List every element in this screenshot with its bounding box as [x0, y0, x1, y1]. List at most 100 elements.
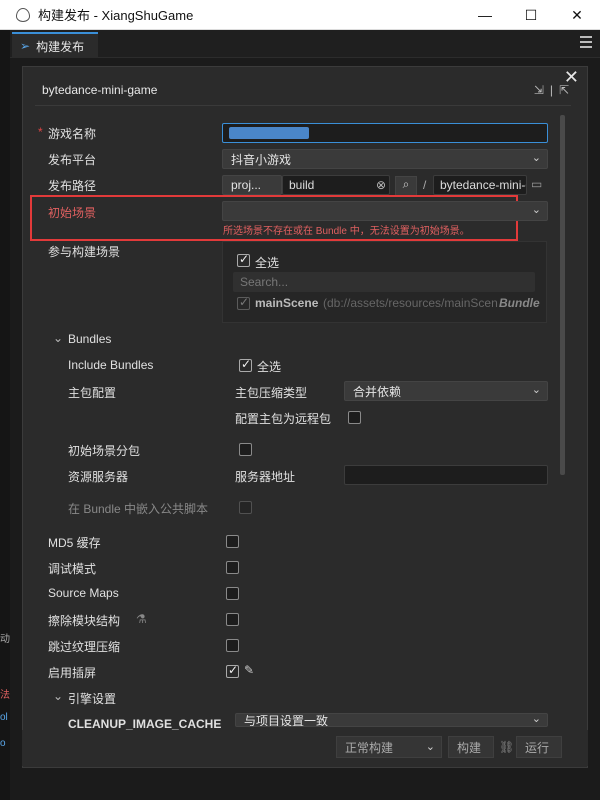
path-prefix-select[interactable]: proj...	[222, 175, 282, 195]
scene-search-input[interactable]: Search...	[233, 272, 535, 292]
source-maps-checkbox[interactable]	[226, 587, 239, 600]
maximize-button[interactable]: ☐	[508, 0, 554, 30]
path-value: build	[289, 178, 315, 192]
resource-server-label: 资源服务器	[68, 470, 129, 484]
build-mode-select[interactable]: 正常构建 ⌄	[336, 736, 442, 758]
compress-type-select[interactable]: 合并依赖 ⌄	[344, 381, 548, 401]
header-icons: ⇲ | ⇱	[534, 83, 569, 97]
redacted-value	[229, 127, 309, 139]
start-scene-subpkg-checkbox[interactable]	[239, 443, 252, 456]
build-button[interactable]: 构建	[448, 736, 494, 758]
scene-path: (db://assets/resources/mainScen	[323, 296, 498, 310]
window-titlebar: 构建发布 - XiangShuGame — ☐ ✕	[0, 0, 600, 30]
run-label: 运行	[525, 740, 550, 755]
chevron-down-icon[interactable]: ⌄	[53, 331, 63, 345]
include-select-all-label: 全选	[257, 360, 282, 374]
select-all-checkbox[interactable]	[237, 252, 250, 267]
remote-checkbox[interactable]	[348, 411, 361, 424]
compress-type-label: 主包压缩类型	[235, 386, 308, 400]
cleanup-value: 与项目设置一致	[244, 713, 329, 727]
platform-value: 抖音小游戏	[231, 152, 292, 167]
window-controls: — ☐ ✕	[462, 0, 600, 30]
bundles-section-label[interactable]: Bundles	[68, 332, 111, 346]
send-icon: ➢	[20, 39, 31, 53]
build-footer: 正常构建 ⌄ 构建 ⛓ 运行	[22, 730, 588, 766]
link-icon[interactable]: ⛓	[499, 740, 514, 754]
skip-texture-checkbox[interactable]	[226, 639, 239, 652]
left-dock-strip: 动 法 ol o	[0, 30, 10, 800]
erase-modules-checkbox[interactable]	[226, 613, 239, 626]
scene-name: mainScene	[255, 296, 319, 310]
left-fragment: ol	[0, 712, 8, 723]
path-prefix-value: proj...	[231, 178, 262, 192]
include-bundles-checkbox[interactable]	[239, 357, 252, 372]
edit-icon[interactable]: ✎	[244, 663, 254, 677]
platform-select[interactable]: 抖音小游戏 ⌄	[222, 149, 548, 169]
path-input[interactable]: build	[282, 175, 390, 195]
build-mode-value: 正常构建	[345, 740, 394, 755]
chevron-down-icon: ⌄	[425, 741, 435, 753]
skip-texture-label: 跳过纹理压缩	[48, 640, 121, 654]
start-scene-subpkg-label: 初始场景分包	[68, 444, 141, 458]
game-name-label-text: 游戏名称	[48, 127, 97, 141]
embed-script-label: 在 Bundle 中嵌入公共脚本	[68, 502, 209, 516]
panel-title: bytedance-mini-game	[42, 83, 158, 97]
platform-label: 发布平台	[48, 153, 97, 167]
close-window-button[interactable]: ✕	[554, 0, 600, 30]
build-panel: ✕ bytedance-mini-game ⇲ | ⇱ * 游戏名称 发布平台 …	[22, 66, 588, 768]
divider	[35, 105, 571, 106]
path-suffix-value: bytedance-mini-g	[440, 178, 527, 192]
app-icon	[16, 7, 30, 22]
search-icon[interactable]: ⌕	[395, 176, 417, 196]
scenes-label: 参与构建场景	[48, 245, 121, 259]
cleanup-label: CLEANUP_IMAGE_CACHE	[68, 717, 222, 731]
server-addr-label: 服务器地址	[235, 470, 296, 484]
folder-icon[interactable]: ▭	[531, 177, 542, 191]
erase-modules-label: 擦除模块结构	[48, 614, 121, 628]
md5-checkbox[interactable]	[226, 535, 239, 548]
minimize-button[interactable]: —	[462, 0, 508, 30]
import-icon[interactable]: ⇲	[534, 83, 544, 97]
chevron-down-icon: ⌄	[531, 713, 541, 725]
scene-checkbox[interactable]	[237, 295, 250, 310]
start-scene-error: 所选场景不存在或在 Bundle 中，无法设置为初始场景。	[223, 226, 470, 237]
path-label: 发布路径	[48, 179, 97, 193]
game-name-label: * 游戏名称	[38, 125, 97, 142]
chevron-down-icon[interactable]: ⌄	[53, 689, 63, 703]
scrollbar[interactable]	[560, 115, 565, 475]
chevron-down-icon: ⌄	[531, 204, 541, 216]
debug-label: 调试模式	[48, 562, 97, 576]
embed-script-checkbox[interactable]	[239, 501, 252, 514]
clear-icon[interactable]: ⊗	[376, 178, 386, 192]
search-placeholder: Search...	[240, 275, 289, 289]
md5-label: MD5 缓存	[48, 536, 101, 550]
flask-icon: ⚗	[136, 612, 147, 626]
window-title: 构建发布 - XiangShuGame	[38, 8, 194, 23]
tab-build-publish[interactable]: ➢ 构建发布	[12, 32, 98, 58]
export-icon[interactable]: ⇱	[559, 83, 569, 97]
tab-strip: ➢ 构建发布	[10, 30, 600, 58]
scene-bundle-tag: Bundle	[499, 296, 540, 310]
left-fragment: 动	[0, 634, 10, 645]
path-separator: /	[423, 178, 427, 192]
chevron-down-icon: ⌄	[531, 152, 541, 164]
remote-label: 配置主包为远程包	[235, 412, 332, 426]
splash-checkbox[interactable]	[226, 663, 239, 678]
compress-type-value: 合并依赖	[353, 384, 402, 399]
run-button[interactable]: 运行	[516, 736, 562, 758]
path-suffix-input[interactable]: bytedance-mini-g	[433, 175, 527, 195]
server-addr-input[interactable]	[344, 465, 548, 485]
engine-section-label[interactable]: 引擎设置	[68, 690, 116, 707]
start-scene-select[interactable]: ⌄	[222, 201, 548, 221]
debug-checkbox[interactable]	[226, 561, 239, 574]
game-name-input[interactable]	[222, 123, 548, 143]
source-maps-label: Source Maps	[48, 586, 119, 600]
left-fragment: o	[0, 738, 6, 749]
separator: |	[549, 83, 553, 97]
tab-label: 构建发布	[36, 39, 85, 54]
main-pkg-label: 主包配置	[68, 386, 117, 400]
menu-icon[interactable]	[580, 36, 592, 51]
splash-label: 启用插屏	[48, 666, 97, 680]
scenes-box: 全选 Search... mainScene (db://assets/reso…	[222, 241, 547, 323]
cleanup-select[interactable]: 与项目设置一致 ⌄	[235, 713, 548, 727]
